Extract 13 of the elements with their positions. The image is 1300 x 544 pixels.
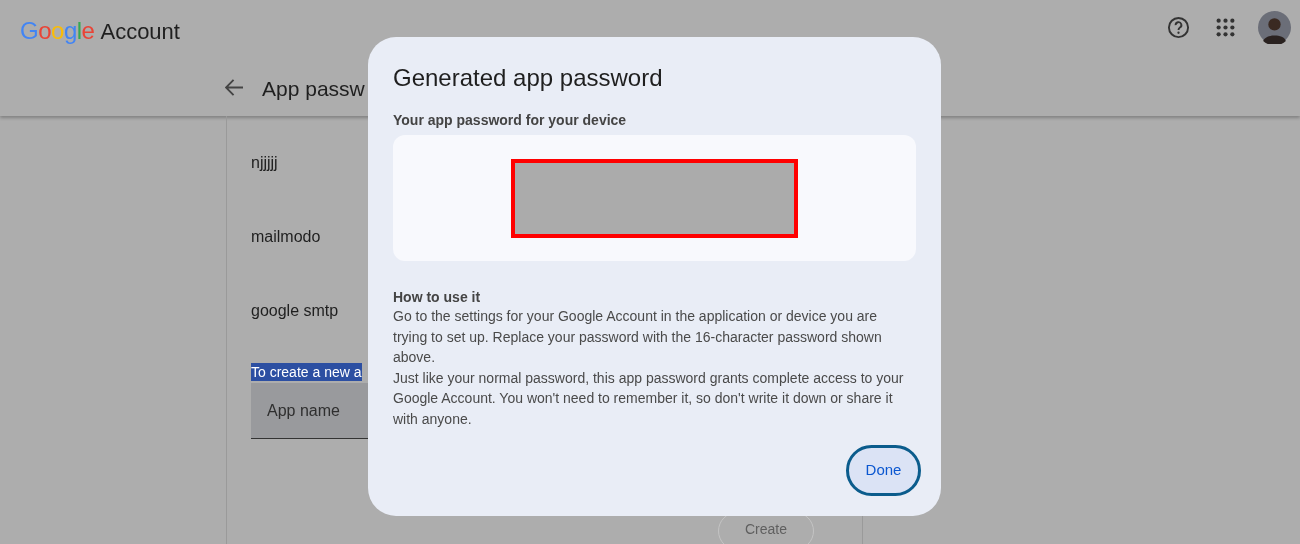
- page-title: App passw: [262, 76, 365, 102]
- how-to-heading: How to use it: [393, 288, 482, 306]
- selected-instruction-text: To create a new a: [251, 363, 362, 381]
- avatar[interactable]: [1258, 11, 1291, 44]
- apps-grid-icon[interactable]: [1216, 18, 1235, 37]
- done-button[interactable]: Done: [846, 445, 921, 496]
- dialog-subtitle: Your app password for your device: [393, 111, 628, 130]
- instruction-paragraph: Just like your normal password, this app password grants complete access to your Google Account. You won't need to remember it, so don't write it down or share it with anyone.: [393, 368, 905, 429]
- product-name: Account: [100, 17, 180, 46]
- dialog-title: Generated app password: [393, 63, 664, 93]
- instruction-paragraph: Go to the settings for your Google Account in the application or device you are trying to set up. Replace your password with the 16-character password shown above.: [393, 307, 883, 367]
- back-arrow-icon[interactable]: [225, 79, 244, 96]
- help-icon[interactable]: [1167, 16, 1190, 39]
